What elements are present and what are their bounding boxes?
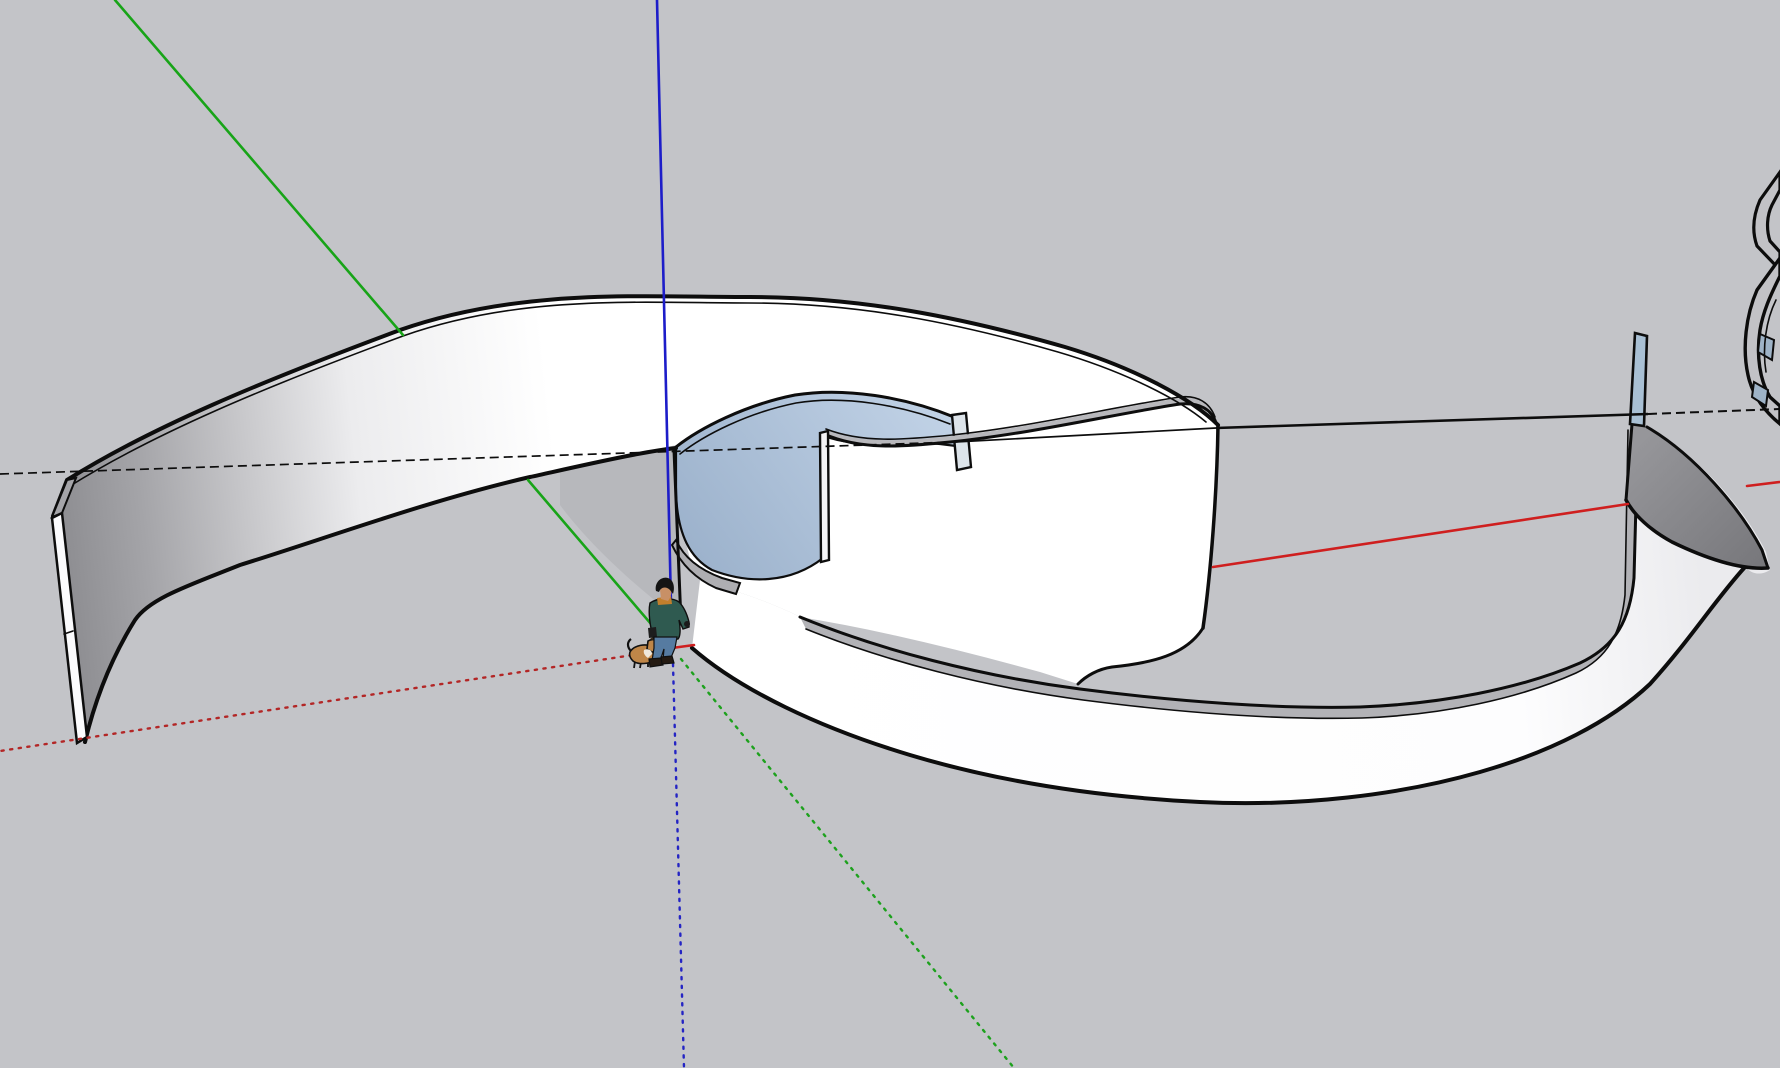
person-shoe-right: [661, 656, 674, 664]
viewport-canvas[interactable]: [0, 0, 1780, 1068]
person-bag: [648, 627, 657, 638]
modeling-viewport[interactable]: [0, 0, 1780, 1068]
white-curl-end-cap[interactable]: [820, 431, 829, 562]
person-hand: [684, 621, 690, 627]
